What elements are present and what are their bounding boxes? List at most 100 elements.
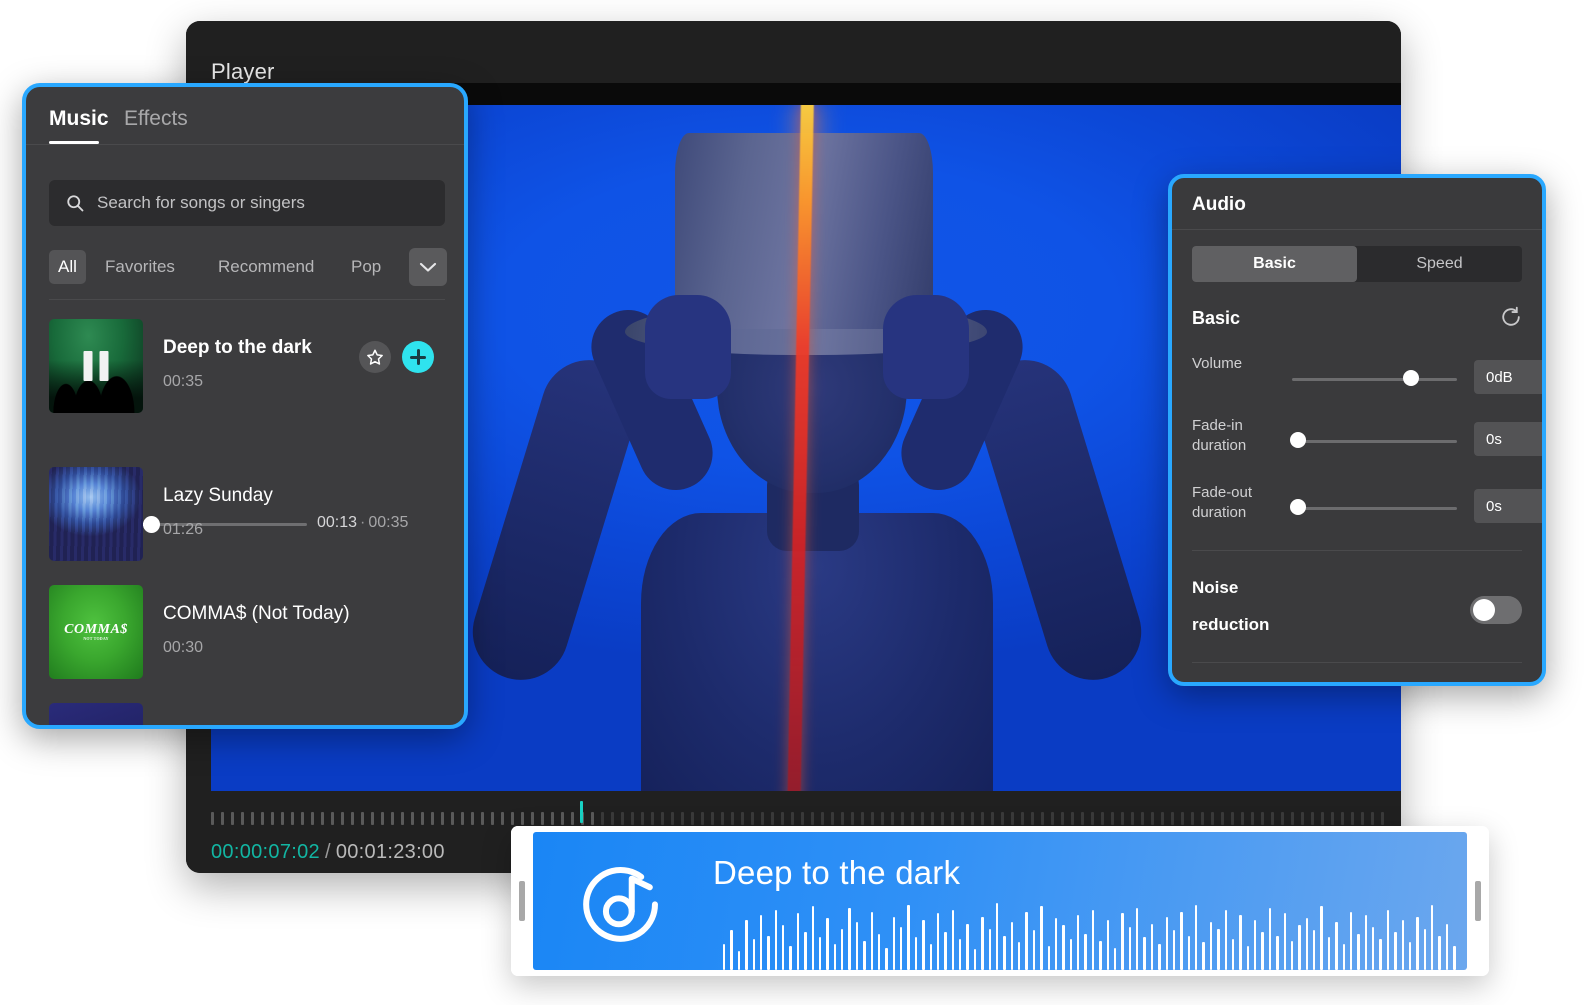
list-item[interactable]: COMMA$NOT TODAY COMMA$ (Not Today) 00:30 <box>49 585 449 679</box>
search-placeholder: Search for songs or singers <box>97 193 305 213</box>
ruler-tick <box>841 812 844 825</box>
waveform-bar <box>775 910 777 970</box>
control-row-fade-in: Fade-in duration 0s <box>1192 416 1530 462</box>
ruler-tick <box>1121 812 1124 825</box>
audio-clip[interactable]: Deep to the dark <box>511 826 1489 976</box>
ruler-tick <box>1371 812 1374 825</box>
ruler-tick <box>1301 812 1304 825</box>
audio-clip-body[interactable]: Deep to the dark <box>533 832 1467 970</box>
tab-effects[interactable]: Effects <box>124 107 188 131</box>
noise-reduction-toggle[interactable] <box>1470 596 1522 624</box>
filter-chip-favorites[interactable]: Favorites <box>96 250 184 284</box>
ruler-tick <box>1151 812 1154 825</box>
clip-trim-handle-right[interactable] <box>1467 826 1489 976</box>
tab-music[interactable]: Music <box>49 107 109 131</box>
ruler-tick <box>381 812 384 825</box>
ruler-tick <box>331 812 334 825</box>
ruler-tick <box>751 812 754 825</box>
waveform-bar <box>1121 913 1123 970</box>
waveform-bar <box>1372 927 1374 970</box>
ruler-tick <box>1081 812 1084 825</box>
waveform-bar <box>1387 910 1389 970</box>
ruler-tick <box>521 812 524 825</box>
ruler-tick <box>921 812 924 825</box>
ruler-tick <box>681 812 684 825</box>
fade-out-value[interactable]: 0s <box>1474 489 1546 523</box>
pause-icon[interactable] <box>84 351 109 381</box>
timeline-playhead[interactable] <box>580 801 583 823</box>
waveform-bar <box>1276 936 1278 970</box>
waveform-bar <box>1269 908 1271 970</box>
ruler-tick <box>1171 812 1174 825</box>
search-input[interactable]: Search for songs or singers <box>49 180 445 226</box>
waveform-bar <box>974 949 976 970</box>
waveform-bar <box>1416 917 1418 970</box>
volume-slider[interactable] <box>1292 373 1457 385</box>
waveform-bar <box>1166 917 1168 970</box>
ruler-tick <box>611 812 614 825</box>
waveform-bar <box>893 917 895 970</box>
control-row-fade-out: Fade-out duration 0s <box>1192 483 1530 529</box>
waveform-bar <box>841 929 843 970</box>
waveform-bar <box>944 932 946 970</box>
waveform-bar <box>1394 932 1396 970</box>
waveform-bar <box>856 922 858 970</box>
add-to-timeline-button[interactable] <box>402 341 434 373</box>
tabs-divider <box>26 144 464 145</box>
waveform-bar <box>1033 930 1035 970</box>
waveform-bar <box>981 917 983 970</box>
timecode-display: 00:00:07:02/00:01:23:00 <box>211 841 445 864</box>
filter-dropdown-button[interactable] <box>409 248 447 286</box>
waveform-bar <box>1247 946 1249 970</box>
fade-out-slider[interactable] <box>1292 502 1457 514</box>
album-art-thumbnail <box>49 319 143 413</box>
ruler-tick <box>1001 812 1004 825</box>
ruler-tick <box>241 812 244 825</box>
waveform-bar <box>1129 927 1131 970</box>
waveform-bar <box>1040 906 1042 970</box>
ruler-tick <box>791 812 794 825</box>
waveform-bar <box>1158 944 1160 970</box>
waveform-bar <box>1195 905 1197 970</box>
tab-basic[interactable]: Basic <box>1192 246 1357 282</box>
fade-in-value[interactable]: 0s <box>1474 422 1546 456</box>
waveform-bar <box>863 941 865 970</box>
slider-knob[interactable] <box>1403 370 1419 386</box>
ruler-tick <box>941 812 944 825</box>
ruler-tick <box>821 812 824 825</box>
track-title: Deep to the dark <box>163 337 312 359</box>
list-item[interactable] <box>49 703 449 729</box>
waveform-bar <box>1107 920 1109 970</box>
filter-chip-pop[interactable]: Pop <box>342 250 390 284</box>
waveform-bar <box>730 930 732 970</box>
reset-icon[interactable] <box>1500 306 1522 328</box>
volume-value[interactable]: 0dB <box>1474 360 1546 394</box>
ruler-tick <box>261 812 264 825</box>
waveform-bar <box>930 944 932 970</box>
waveform-bar <box>819 937 821 970</box>
audio-panel-title: Audio <box>1192 194 1246 216</box>
slider-knob[interactable] <box>1290 432 1306 448</box>
waveform-bar <box>1025 912 1027 970</box>
waveform-bar <box>745 920 747 970</box>
filter-chip-recommend[interactable]: Recommend <box>209 250 323 284</box>
music-panel-tabs: Music Effects <box>26 87 464 147</box>
tab-speed[interactable]: Speed <box>1357 246 1522 282</box>
ruler-tick <box>231 812 234 825</box>
clip-trim-handle-left[interactable] <box>511 826 533 976</box>
waveform-bar <box>1151 924 1153 970</box>
filter-chip-all[interactable]: All <box>49 250 86 284</box>
fade-in-slider[interactable] <box>1292 435 1457 447</box>
waveform-bar <box>878 934 880 970</box>
list-item[interactable]: Lazy Sunday 01:26 <box>49 467 449 561</box>
ruler-tick <box>511 812 514 825</box>
waveform-bar <box>1084 934 1086 970</box>
waveform-bar <box>1350 912 1352 970</box>
slider-knob[interactable] <box>1290 499 1306 515</box>
favorite-button[interactable] <box>359 341 391 373</box>
waveform-bar <box>797 913 799 970</box>
list-item[interactable]: Deep to the dark 00:35 <box>49 319 449 413</box>
ruler-tick <box>391 812 394 825</box>
waveform-bar <box>1070 939 1072 970</box>
ruler-tick <box>1051 812 1054 825</box>
